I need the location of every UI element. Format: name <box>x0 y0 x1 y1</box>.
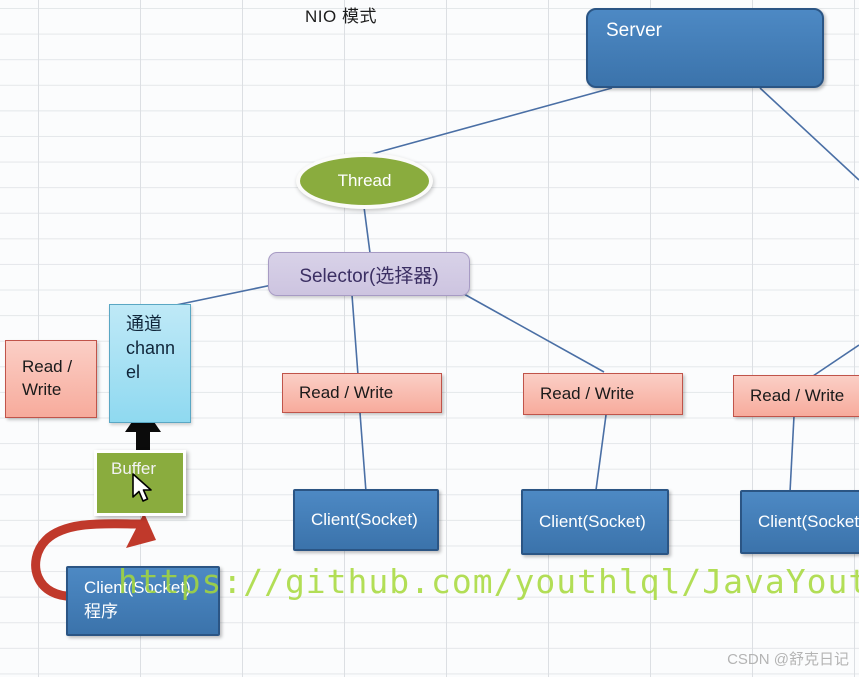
line-server-right <box>759 87 859 181</box>
line-rw1-client1 <box>359 412 367 493</box>
node-read-write-3-label: Read / Write <box>750 386 845 405</box>
line-rw2-client2 <box>595 414 607 491</box>
node-client-2-label: Client(Socket) <box>539 512 646 531</box>
node-read-write-left[interactable]: Read / Write <box>5 340 97 418</box>
nio-diagram-canvas: NIO 模式 Server Thread Selector(选择器) 通道 ch… <box>0 0 859 677</box>
line-rw3-client3 <box>789 415 795 493</box>
node-client-2[interactable]: Client(Socket) <box>521 489 669 555</box>
node-server[interactable]: Server <box>586 8 824 88</box>
node-read-write-left-label: Read / Write <box>22 357 73 399</box>
node-client-1-label: Client(Socket) <box>311 510 418 529</box>
node-read-write-3[interactable]: Read / Write <box>733 375 859 417</box>
node-read-write-2[interactable]: Read / Write <box>523 373 683 415</box>
node-client-3-label: Client(Socket) <box>758 512 859 531</box>
node-selector-label: Selector(选择器) <box>299 265 439 287</box>
line-server-thread <box>367 87 613 156</box>
mouse-cursor-icon <box>132 473 152 502</box>
node-thread-label: Thread <box>337 171 392 190</box>
node-channel[interactable]: 通道 chann el <box>109 304 191 423</box>
node-thread[interactable]: Thread <box>296 153 433 209</box>
node-client-3[interactable]: Client(Socket) <box>740 490 859 554</box>
node-client-1[interactable]: Client(Socket) <box>293 489 439 551</box>
page-title: NIO 模式 <box>305 7 377 26</box>
node-read-write-1-label: Read / Write <box>299 383 394 402</box>
node-read-write-1[interactable]: Read / Write <box>282 373 442 413</box>
csdn-watermark: CSDN @舒克日记 <box>727 651 849 668</box>
line-selector-channel <box>175 284 273 306</box>
node-selector[interactable]: Selector(选择器) <box>268 252 470 296</box>
node-read-write-2-label: Read / Write <box>540 384 635 403</box>
node-server-label: Server <box>606 20 662 41</box>
line-thread-selector <box>363 206 371 254</box>
node-channel-label: 通道 chann el <box>126 314 176 382</box>
line-edge-rw3 <box>809 344 859 379</box>
line-selector-rw2 <box>463 293 605 373</box>
line-selector-rw1 <box>351 294 359 376</box>
github-watermark: https://github.com/youthlql/JavaYouth <box>118 562 859 601</box>
